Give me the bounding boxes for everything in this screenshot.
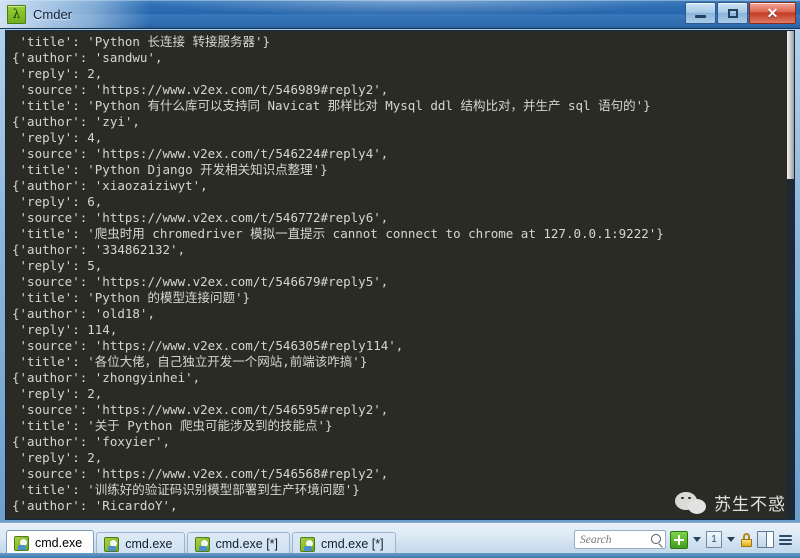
active-console-button[interactable] (706, 530, 722, 550)
title-bar: λ Cmder ✕ (0, 0, 800, 29)
console-icon (706, 531, 722, 548)
search-icon (651, 534, 661, 544)
lambda-icon: λ (7, 4, 26, 24)
scrollbar-thumb[interactable] (787, 31, 794, 179)
tab-bar: cmd.exe cmd.exe cmd.exe [*] cmd.exe [*] (0, 526, 396, 556)
tab-label: cmd.exe (125, 537, 173, 551)
lock-icon (740, 532, 753, 548)
terminal-line: 'reply': 5, (12, 258, 103, 273)
terminal-line: {'author': 'zyi', (12, 114, 140, 129)
terminal-line: 'source': 'https://www.v2ex.com/t/546305… (12, 338, 404, 353)
new-tab-dropdown[interactable] (692, 530, 702, 550)
tab-label: cmd.exe [*] (321, 537, 384, 551)
chevron-down-icon (693, 537, 701, 542)
terminal-line: 'source': 'https://www.v2ex.com/t/546772… (12, 210, 389, 225)
tab-label: cmd.exe [*] (215, 537, 279, 551)
panels-icon (757, 531, 774, 548)
terminal-line: {'author': 'RicardoY', (12, 498, 178, 513)
tab-3[interactable]: cmd.exe [*] (292, 531, 396, 556)
terminal-line: {'author': 'xiaozaiziwyt', (12, 178, 208, 193)
terminal-line: 'source': 'https://www.v2ex.com/t/546679… (12, 274, 389, 289)
terminal-line: 'reply': 114, (12, 322, 118, 337)
maximize-button[interactable] (717, 2, 748, 24)
search-input[interactable] (580, 533, 650, 546)
search-box[interactable] (574, 530, 666, 549)
terminal-line: 'source': 'https://www.v2ex.com/t/546989… (12, 82, 389, 97)
panels-button[interactable] (757, 530, 774, 550)
status-bar-tools (574, 530, 800, 552)
tab-2[interactable]: cmd.exe [*] (186, 531, 291, 556)
terminal-line: 'reply': 4, (12, 130, 103, 145)
minimize-icon (695, 15, 706, 18)
terminal-scrollbar[interactable] (787, 31, 794, 519)
terminal-line: 'reply': 2, (12, 386, 103, 401)
cmd-icon (104, 536, 120, 552)
terminal-line: 'title': 'Python 的模型连接问题'} (12, 290, 251, 305)
cmder-window: λ Cmder ✕ 'title': 'Python 长连接 转接服务器'} {'… (0, 0, 800, 558)
terminal-line: 'title': '爬虫时用 chromedriver 模拟一直提示 canno… (12, 226, 664, 241)
console-dropdown[interactable] (726, 530, 736, 550)
terminal-line: 'title': 'Python 长连接 转接服务器'} (12, 34, 271, 49)
terminal-output[interactable]: 'title': 'Python 长连接 转接服务器'} {'author': '… (6, 31, 788, 519)
window-title: Cmder (33, 6, 73, 22)
new-tab-button[interactable] (670, 530, 688, 550)
terminal-line: {'author': '334862132', (12, 242, 186, 257)
terminal-line: 'title': '关于 Python 爬虫可能涉及到的技能点'} (12, 418, 333, 433)
terminal-line: {'author': 'old18', (12, 306, 155, 321)
terminal-line: 'source': 'https://www.v2ex.com/t/546224… (12, 146, 389, 161)
terminal-line: 'title': '训练好的验证码识别模型部署到生产环境问题'} (12, 482, 360, 497)
terminal-line: {'author': 'foxyier', (12, 434, 171, 449)
cmd-icon (14, 535, 29, 551)
maximize-icon (727, 8, 738, 18)
terminal-line: 'reply': 6, (12, 194, 103, 209)
lock-button[interactable] (740, 530, 753, 550)
terminal-line: {'author': 'zhongyinhei', (12, 370, 201, 385)
title-bar-left: λ Cmder (0, 4, 73, 24)
menu-button[interactable] (778, 530, 793, 550)
window-controls: ✕ (685, 2, 796, 24)
cmd-icon (194, 536, 210, 552)
plus-icon (670, 530, 688, 549)
terminal-line: 'source': 'https://www.v2ex.com/t/546595… (12, 402, 389, 417)
status-bar: cmd.exe cmd.exe cmd.exe [*] cmd.exe [*] (0, 522, 800, 558)
terminal-line: 'title': 'Python Django 开发相关知识点整理'} (12, 162, 328, 177)
terminal-line: 'title': '各位大佬，自己独立开发一个网站,前端该咋搞'} (12, 354, 368, 369)
minimize-button[interactable] (685, 2, 716, 24)
tab-0[interactable]: cmd.exe (6, 529, 95, 556)
terminal-line: 'reply': 2, (12, 450, 103, 465)
cmd-icon (300, 536, 316, 552)
tab-label: cmd.exe (35, 536, 83, 550)
tab-1[interactable]: cmd.exe (96, 531, 185, 556)
terminal-frame: 'title': 'Python 长连接 转接服务器'} {'author': '… (5, 30, 795, 520)
hamburger-icon (778, 533, 793, 547)
terminal-line: 'title': 'Python 有什么库可以支持同 Navicat 那样比对 … (12, 98, 651, 113)
chevron-down-icon (727, 537, 735, 542)
close-button[interactable]: ✕ (749, 2, 796, 24)
terminal-line: 'reply': 2, (12, 66, 103, 81)
terminal-line: {'author': 'sandwu', (12, 50, 163, 65)
close-icon: ✕ (766, 5, 779, 21)
terminal-line: 'source': 'https://www.v2ex.com/t/546568… (12, 466, 389, 481)
